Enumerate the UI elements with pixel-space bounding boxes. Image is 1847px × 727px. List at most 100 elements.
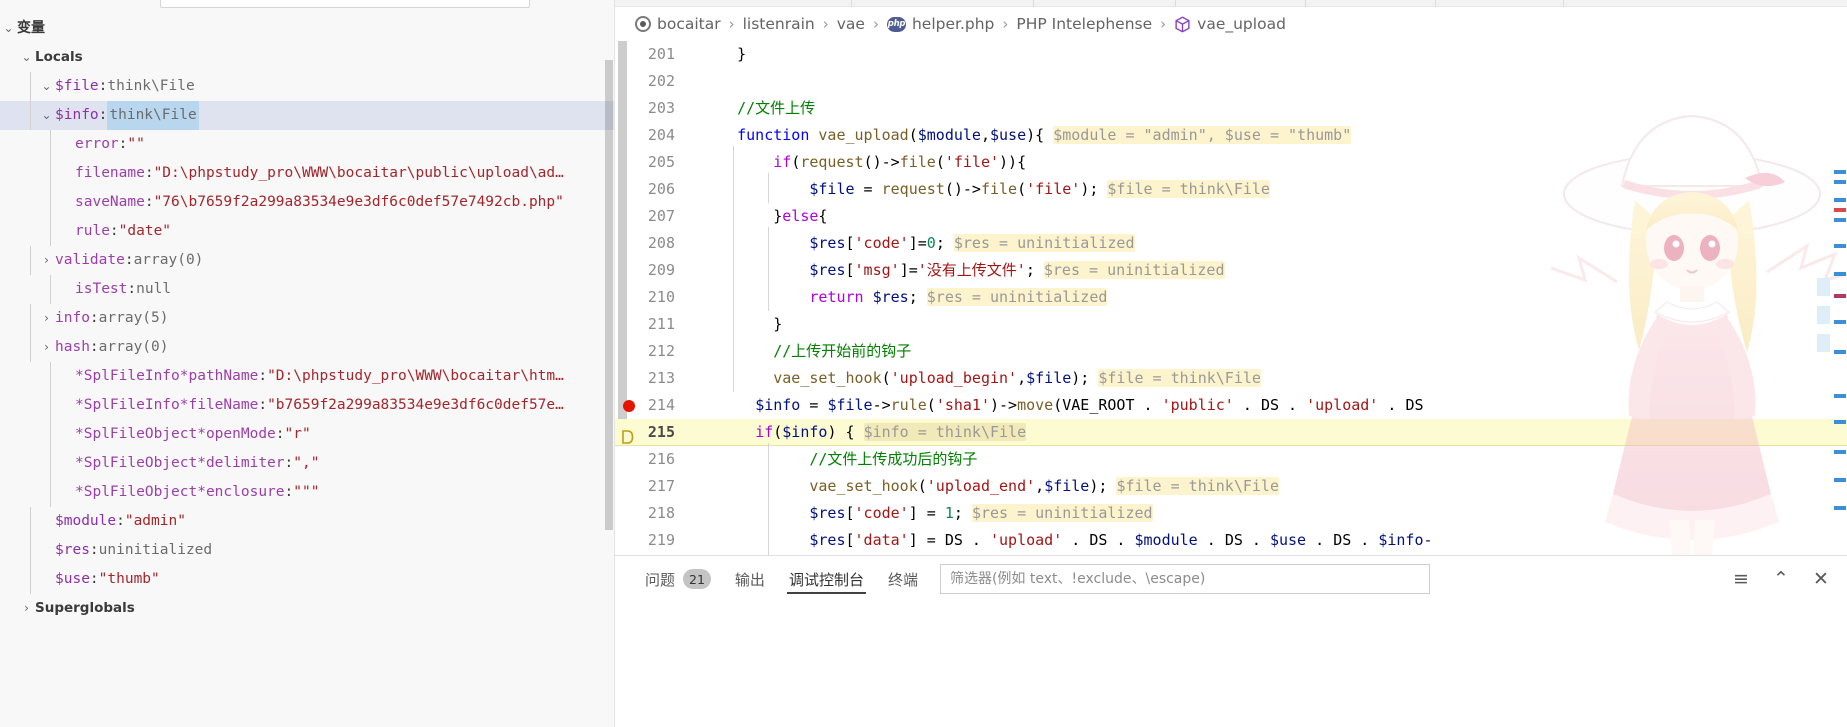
variable-row[interactable]: › hash: array(0) (0, 333, 614, 362)
debug-console-output[interactable] (615, 602, 1847, 727)
line-number[interactable]: 218 (615, 500, 687, 527)
variable-row[interactable]: ›*SplFileInfo*fileName: "b7659f2a299a835… (0, 391, 614, 420)
variable-row[interactable]: › validate: array(0) (0, 246, 614, 275)
clear-console-icon[interactable]: ≡ (1729, 567, 1753, 591)
chevron-right-icon[interactable]: › (38, 333, 55, 362)
line-number[interactable]: 219 (615, 527, 687, 554)
code-line-text[interactable]: } (687, 41, 1847, 68)
line-number[interactable]: 211 (615, 311, 687, 338)
chevron-right-icon[interactable]: › (18, 594, 35, 623)
variable-row[interactable]: ›isTest: null (0, 275, 614, 304)
code-line-text[interactable]: return $res; $res = uninitialized (687, 281, 1847, 311)
variable-row[interactable]: ›rule: "date" (0, 217, 614, 246)
code-editor[interactable]: 201 } 202 203 //文件上传 204 function vae_uploa… (615, 41, 1847, 555)
editor-tab-strip[interactable] (615, 0, 1847, 7)
variable-row[interactable]: ›*SplFileInfo*pathName: "D:\phpstudy_pro… (0, 362, 614, 391)
code-line[interactable]: 208 $res['code']=0; $res = uninitialized (615, 227, 1847, 257)
code-line-text[interactable]: $res['msg']='没有上传文件'; $res = uninitializ… (687, 254, 1847, 284)
editor-minimap[interactable] (1833, 82, 1847, 555)
code-line-text[interactable]: function vae_upload($module,$use){ $modu… (687, 122, 1847, 149)
panel-tab-问题[interactable]: 问题 21 (633, 556, 723, 602)
variable-row[interactable]: › Superglobals (0, 594, 614, 623)
line-number[interactable]: 204 (615, 122, 687, 149)
breadcrumb-item-bocaitar[interactable]: bocaitar (635, 15, 721, 33)
code-line-text[interactable]: $res['code']=0; $res = uninitialized (687, 227, 1847, 257)
code-line[interactable]: 204 function vae_upload($module,$use){ $… (615, 122, 1847, 149)
code-line[interactable]: 216 //文件上传成功后的钩子 (615, 443, 1847, 473)
line-number[interactable]: 212 (615, 338, 687, 365)
variable-row[interactable]: ⌄ $info: think\File (0, 101, 614, 130)
code-line[interactable]: 213 vae_set_hook('upload_begin',$file); … (615, 362, 1847, 392)
chevron-down-icon[interactable]: ⌄ (38, 101, 55, 130)
breadcrumb-item-php-intelephense[interactable]: PHP Intelephense (1016, 15, 1152, 33)
breadcrumb-item-listenrain[interactable]: listenrain (743, 15, 815, 33)
variable-row[interactable]: ⌄ $file: think\File (0, 72, 614, 101)
code-lines[interactable]: 201 } 202 203 //文件上传 204 function vae_uploa… (615, 41, 1847, 555)
code-line-text[interactable]: //文件上传 (687, 95, 1847, 122)
line-number[interactable]: 202 (615, 68, 687, 95)
variable-row[interactable]: › info: array(5) (0, 304, 614, 333)
filter-input[interactable] (939, 564, 1430, 594)
locals-scope-header[interactable]: ⌄ Locals (0, 43, 614, 72)
line-number[interactable]: 206 (615, 176, 687, 203)
variable-row[interactable]: ›$module: "admin" (0, 507, 614, 536)
breadcrumb-item-vae[interactable]: vae (837, 15, 865, 33)
line-number[interactable]: 216 (615, 446, 687, 473)
line-number[interactable]: 203 (615, 95, 687, 122)
breadcrumb-item-vae-upload[interactable]: vae_upload (1174, 15, 1286, 33)
variables-section-header[interactable]: ⌄ 变量 (0, 14, 614, 43)
code-line[interactable]: 215 if($info) { $info = think\File (615, 419, 1847, 446)
line-number[interactable]: 210 (615, 284, 687, 311)
variable-row[interactable]: ›*SplFileObject*openMode: "r" (0, 420, 614, 449)
code-line-text[interactable]: if(request()->file('file')){ (687, 146, 1847, 176)
chevron-right-icon[interactable]: › (38, 246, 55, 275)
code-line[interactable]: 207 }else{ (615, 200, 1847, 230)
line-number[interactable]: 217 (615, 473, 687, 500)
variable-row[interactable]: ›$res: uninitialized (0, 536, 614, 565)
code-line-text[interactable]: //文件上传成功后的钩子 (687, 443, 1847, 473)
code-line[interactable]: 203 //文件上传 (615, 95, 1847, 122)
code-line[interactable]: 211 } (615, 308, 1847, 338)
line-number[interactable]: 201 (615, 41, 687, 68)
variable-row[interactable]: ›error: "" (0, 130, 614, 159)
code-line-text[interactable]: $res['data'] = DS . 'upload' . DS . $mod… (687, 524, 1847, 554)
panel-tab-输出[interactable]: 输出 (723, 556, 777, 602)
variable-row[interactable]: ›*SplFileObject*delimiter: "," (0, 449, 614, 478)
sidebar-scrollbar-thumb[interactable] (605, 60, 613, 530)
code-line-text[interactable]: //上传开始前的钩子 (687, 335, 1847, 365)
close-panel-icon[interactable]: ✕ (1809, 567, 1833, 591)
line-number[interactable]: 209 (615, 257, 687, 284)
code-line-text[interactable]: vae_set_hook('upload_begin',$file); $fil… (687, 362, 1847, 392)
variable-row[interactable]: ›*SplFileObject*enclosure: """ (0, 478, 614, 507)
current-execution-pointer-icon[interactable] (621, 426, 634, 444)
code-line[interactable]: 205 if(request()->file('file')){ (615, 146, 1847, 176)
maximize-panel-icon[interactable]: ⌃ (1769, 567, 1793, 591)
code-line[interactable]: 201 } (615, 41, 1847, 68)
breadcrumb[interactable]: bocaitar › listenrain › vae › php helper.php › PH… (615, 7, 1847, 41)
code-line[interactable]: 219 $res['data'] = DS . 'upload' . DS . … (615, 524, 1847, 554)
code-line-text[interactable]: }else{ (687, 200, 1847, 230)
chevron-down-icon[interactable]: ⌄ (38, 72, 55, 101)
code-line-text[interactable]: $file = request()->file('file'); $file =… (687, 173, 1847, 203)
code-line[interactable]: 209 $res['msg']='没有上传文件'; $res = uniniti… (615, 254, 1847, 284)
sidebar-scrollbar[interactable] (604, 0, 614, 727)
line-number[interactable]: 208 (615, 230, 687, 257)
code-line-text[interactable]: } (687, 308, 1847, 338)
code-line-text[interactable]: vae_set_hook('upload_end',$file); $file … (687, 470, 1847, 500)
code-line[interactable]: 212 //上传开始前的钩子 (615, 335, 1847, 365)
line-number[interactable]: 214 (615, 392, 687, 419)
variable-row[interactable]: ›saveName: "76\b7659f2a299a83534e9e3df6c… (0, 188, 614, 217)
breakpoint-icon[interactable] (623, 399, 635, 412)
variable-row[interactable]: ›$use: "thumb" (0, 565, 614, 594)
code-line[interactable]: 218 $res['code'] = 1; $res = uninitializ… (615, 497, 1847, 527)
code-line[interactable]: 202 (615, 68, 1847, 95)
chevron-right-icon[interactable]: › (38, 304, 55, 333)
code-line[interactable]: 210 return $res; $res = uninitialized (615, 281, 1847, 311)
code-line[interactable]: 214 $info = $file->rule('sha1')->move(VA… (615, 392, 1847, 419)
variables-tree[interactable]: ⌄ 变量 ⌄ Locals ⌄ $file: think\File ⌄ $info: thin… (0, 0, 614, 623)
breadcrumb-item-helper-php[interactable]: php helper.php (886, 15, 994, 33)
panel-tab-终端[interactable]: 终端 (876, 556, 930, 602)
line-number[interactable]: 213 (615, 365, 687, 392)
panel-tab-list[interactable]: 问题 21 输出 调试控制台 终端 ≡ ⌃ ✕ (615, 556, 1847, 602)
line-number[interactable]: 207 (615, 203, 687, 230)
